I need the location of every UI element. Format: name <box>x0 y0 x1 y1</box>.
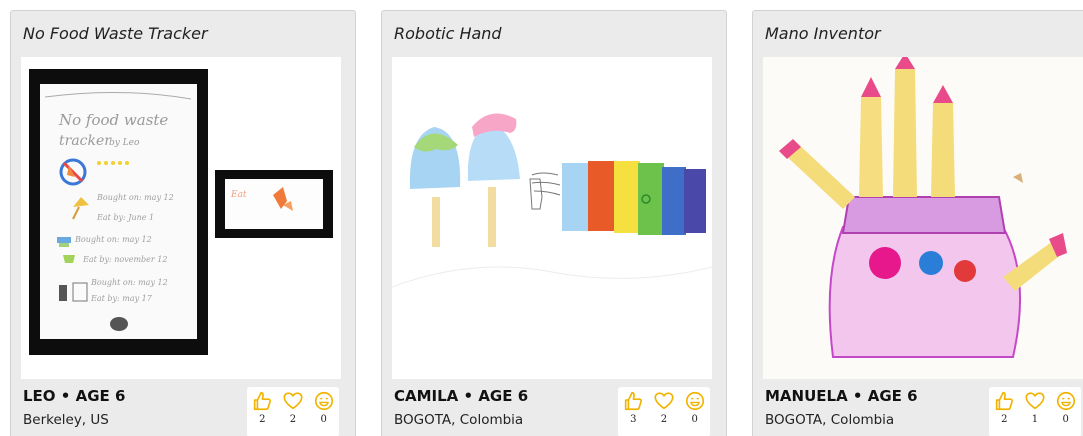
svg-text:by Leo: by Leo <box>109 138 140 148</box>
project-card-mano-inventor[interactable]: Mano Inventor MANUELA • AGE 6 BOGOTA, Co… <box>752 10 1083 436</box>
svg-text:tracker: tracker <box>59 133 112 149</box>
like-reaction[interactable]: 2 <box>249 390 275 436</box>
smile-count: 0 <box>1062 414 1069 425</box>
creator-name-age: CAMILA • AGE 6 <box>394 387 529 405</box>
thumbs-up-icon <box>996 391 1014 411</box>
creator-name-age: MANUELA • AGE 6 <box>765 387 918 405</box>
card-title[interactable]: No Food Waste Tracker <box>23 24 208 43</box>
smile-reaction[interactable]: 0 <box>1053 390 1079 436</box>
creator-name-age: LEO • AGE 6 <box>23 387 126 405</box>
project-card-robotic-hand[interactable]: Robotic Hand CAMILA • AGE 6 BOGOTA, Colo… <box>381 10 727 436</box>
like-reaction[interactable]: 2 <box>991 390 1017 436</box>
like-count: 2 <box>1001 414 1008 425</box>
project-card-no-food-waste[interactable]: No Food Waste Tracker No food waste trac… <box>10 10 356 436</box>
svg-text:Bought on: may 12: Bought on: may 12 <box>96 193 174 202</box>
like-count: 2 <box>259 414 266 425</box>
smiley-icon <box>685 391 704 411</box>
love-count: 2 <box>289 414 297 425</box>
love-reaction[interactable]: 2 <box>651 390 677 436</box>
smile-count: 0 <box>320 414 327 425</box>
svg-text:Eat: Eat <box>230 190 247 200</box>
smiley-icon <box>314 391 333 411</box>
thumbs-up-icon <box>625 391 643 411</box>
creator-location: BOGOTA, Colombia <box>765 412 895 428</box>
svg-text:Bought on: may 12: Bought on: may 12 <box>90 278 168 287</box>
artwork-image[interactable]: No food waste tracker by Leo Bought on: … <box>21 57 341 379</box>
creator-location: BOGOTA, Colombia <box>394 412 524 428</box>
smile-reaction[interactable]: 0 <box>682 390 708 436</box>
reaction-bar: 3 2 0 <box>618 387 710 436</box>
smile-count: 0 <box>691 414 698 425</box>
smile-reaction[interactable]: 0 <box>311 390 337 436</box>
svg-text:Eat by: november 12: Eat by: november 12 <box>82 255 167 264</box>
card-title[interactable]: Robotic Hand <box>394 24 502 43</box>
svg-text:Eat by: may 17: Eat by: may 17 <box>90 294 153 303</box>
like-reaction[interactable]: 3 <box>620 390 646 436</box>
card-title[interactable]: Mano Inventor <box>765 24 881 43</box>
creator-location: Berkeley, US <box>23 412 109 428</box>
svg-text:No food waste: No food waste <box>58 111 168 129</box>
heart-icon <box>283 392 303 410</box>
reaction-bar: 2 1 0 <box>989 387 1081 436</box>
like-count: 3 <box>630 414 637 425</box>
artwork-image[interactable] <box>392 57 712 379</box>
reaction-bar: 2 2 0 <box>247 387 339 436</box>
heart-icon <box>654 392 674 410</box>
thumbs-up-icon <box>254 391 272 411</box>
smiley-icon <box>1056 391 1075 411</box>
love-count: 2 <box>660 414 668 425</box>
love-count: 1 <box>1031 414 1039 425</box>
svg-text:Eat by: June 1: Eat by: June 1 <box>96 213 154 222</box>
love-reaction[interactable]: 1 <box>1022 390 1048 436</box>
heart-icon <box>1025 392 1045 410</box>
svg-text:Bought on: may 12: Bought on: may 12 <box>74 235 152 244</box>
artwork-image[interactable] <box>763 57 1083 379</box>
love-reaction[interactable]: 2 <box>280 390 306 436</box>
